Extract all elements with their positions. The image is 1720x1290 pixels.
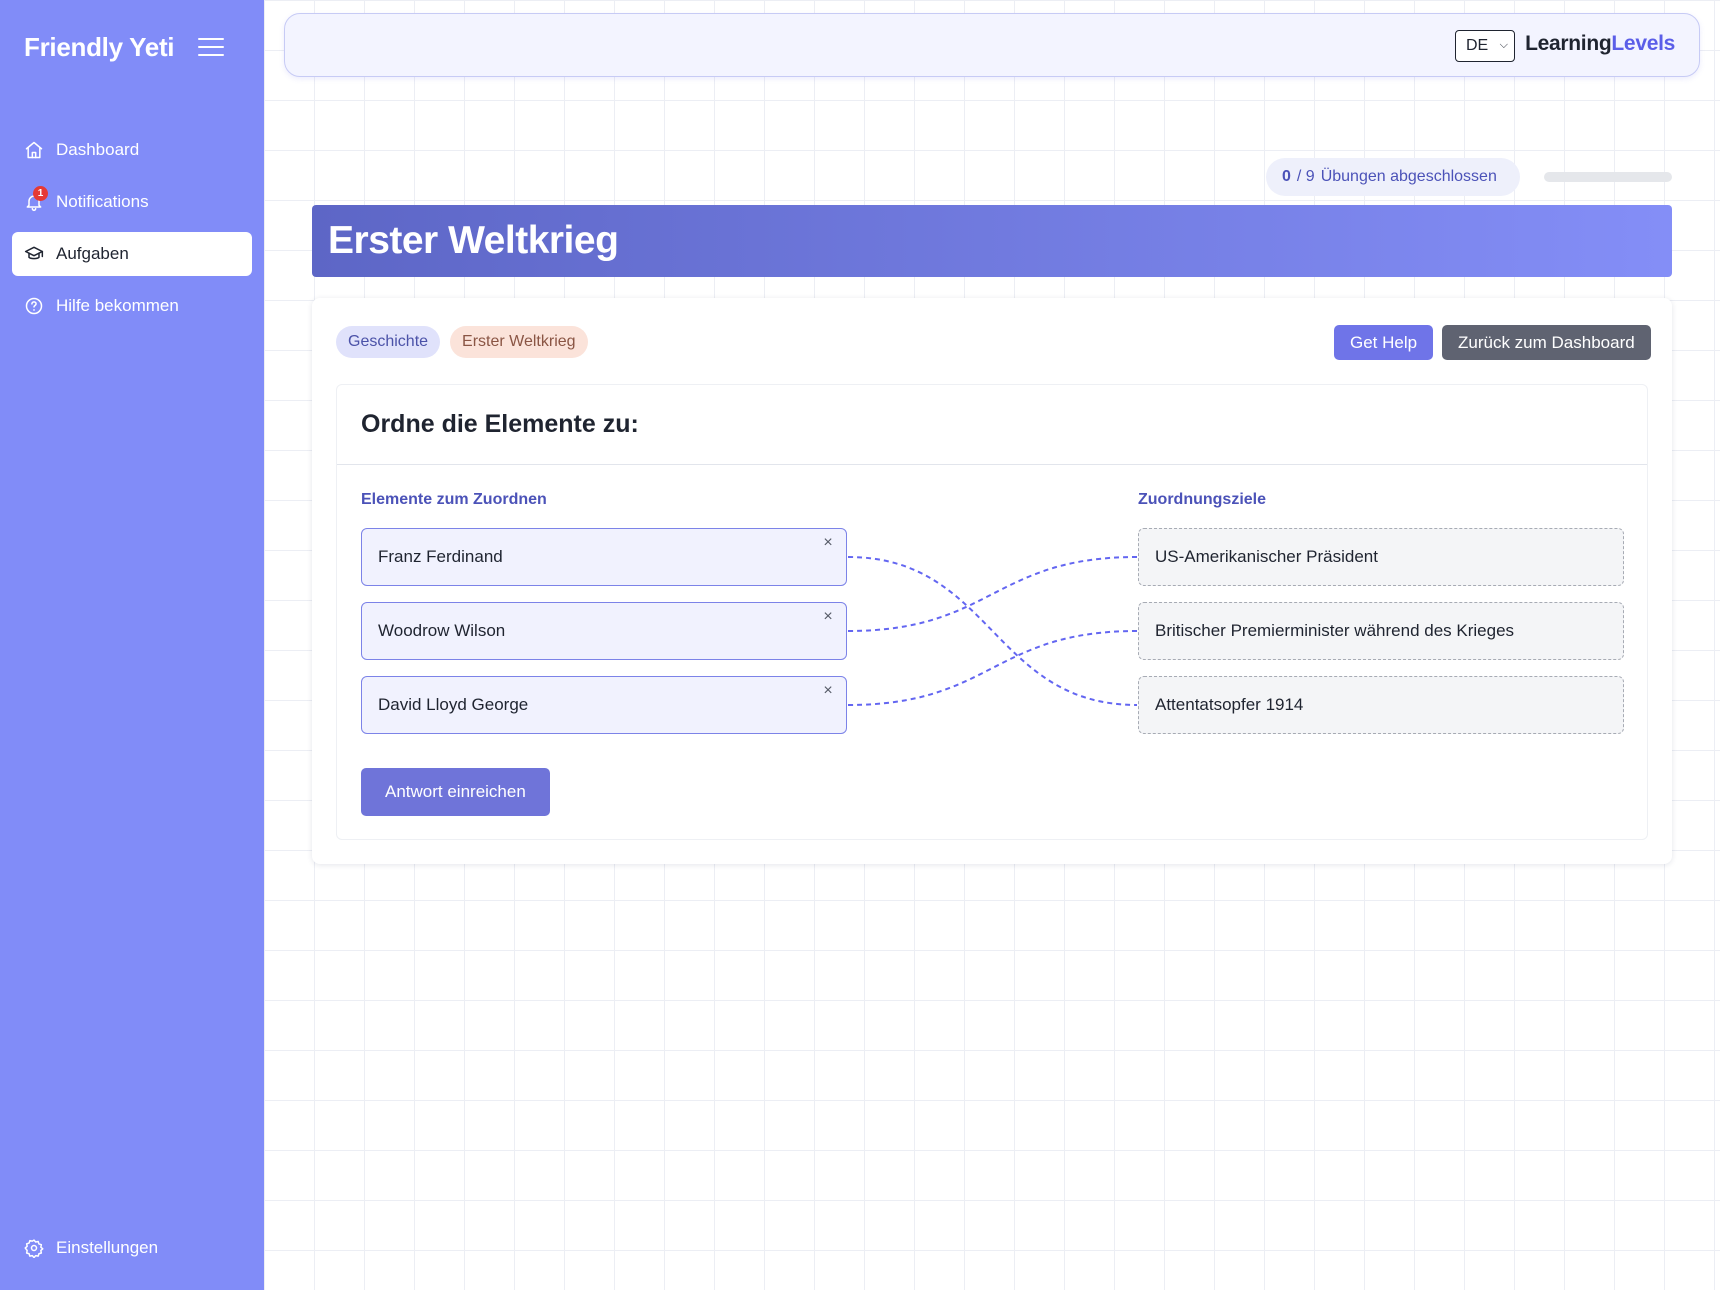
match-connector-line — [847, 630, 1138, 706]
match-target[interactable]: US-Amerikanischer Präsident — [1138, 528, 1624, 586]
match-item[interactable]: David Lloyd George × — [361, 676, 847, 734]
sidebar-item-dashboard[interactable]: Dashboard — [12, 128, 252, 172]
sidebar-item-label: Hilfe bekommen — [56, 296, 179, 315]
hamburger-menu-icon[interactable] — [198, 38, 224, 60]
topic-tag: Erster Weltkrieg — [450, 326, 588, 358]
match-connector-line — [847, 556, 1138, 632]
matching-exercise: Ordne die Elemente zu: Elemente zum Zuor… — [336, 384, 1648, 840]
sidebar-nav: Dashboard 1 Notifications Aufgaben Hilfe… — [12, 128, 252, 336]
chevron-down-icon: ⌵ — [1499, 39, 1508, 51]
sidebar-item-notifications[interactable]: 1 Notifications — [12, 180, 252, 224]
graduation-cap-icon — [24, 244, 44, 264]
learning-levels-logo: LearningLevels — [1525, 32, 1675, 55]
match-target-label: Britischer Premierminister während des K… — [1155, 621, 1515, 640]
close-icon[interactable]: × — [818, 533, 838, 553]
get-help-button[interactable]: Get Help — [1334, 325, 1434, 360]
help-circle-icon — [24, 296, 44, 316]
items-column-label: Elemente zum Zuordnen — [361, 491, 547, 508]
progress-label: Übungen abgeschlossen — [1320, 168, 1497, 185]
sidebar-item-label: Aufgaben — [56, 244, 129, 263]
bell-icon: 1 — [24, 186, 48, 212]
page-title: Erster Weltkrieg — [312, 205, 1672, 277]
language-value: DE — [1466, 37, 1489, 54]
language-select[interactable]: DE ⌵ — [1455, 30, 1515, 62]
progress-counter: 0 / 9 Übungen abgeschlossen — [1266, 158, 1520, 196]
match-item-label: David Lloyd George — [378, 695, 529, 714]
sidebar-item-aufgaben[interactable]: Aufgaben — [12, 232, 252, 276]
notification-badge: 1 — [33, 186, 48, 201]
settings-label: Einstellungen — [56, 1238, 159, 1257]
progress-completed: 0 — [1282, 168, 1291, 185]
match-item[interactable]: Franz Ferdinand × — [361, 528, 847, 586]
sidebar-item-label: Dashboard — [56, 140, 140, 159]
exercise-card: Geschichte Erster Weltkrieg Get Help Zur… — [312, 298, 1672, 864]
exercise-heading: Ordne die Elemente zu: — [337, 385, 1647, 465]
back-to-dashboard-button[interactable]: Zurück zum Dashboard — [1442, 325, 1651, 360]
close-icon[interactable]: × — [818, 607, 838, 627]
top-bar: DE ⌵ LearningLevels — [284, 13, 1700, 77]
match-target-label: Attentatsopfer 1914 — [1155, 695, 1304, 714]
match-item[interactable]: Woodrow Wilson × — [361, 602, 847, 660]
sidebar-item-label: Notifications — [56, 192, 149, 211]
match-target-label: US-Amerikanischer Präsident — [1155, 547, 1378, 566]
sidebar: Friendly Yeti Dashboard 1 Notifications … — [0, 0, 264, 1290]
close-icon[interactable]: × — [818, 681, 838, 701]
subject-tag: Geschichte — [336, 326, 441, 358]
gear-icon — [24, 1238, 44, 1258]
tag-list: Geschichte Erster Weltkrieg — [336, 326, 588, 358]
home-icon — [24, 140, 44, 160]
match-target[interactable]: Attentatsopfer 1914 — [1138, 676, 1624, 734]
match-target[interactable]: Britischer Premierminister während des K… — [1138, 602, 1624, 660]
sidebar-item-settings[interactable]: Einstellungen — [24, 1238, 158, 1258]
sidebar-item-hilfe[interactable]: Hilfe bekommen — [12, 284, 252, 328]
match-connector-line — [847, 556, 1138, 706]
submit-answer-button[interactable]: Antwort einreichen — [361, 768, 550, 816]
match-item-label: Franz Ferdinand — [378, 547, 503, 566]
match-item-label: Woodrow Wilson — [378, 621, 506, 640]
progress-bar — [1544, 172, 1672, 182]
progress-total: / 9 — [1296, 168, 1315, 185]
brand-title: Friendly Yeti — [24, 32, 175, 62]
targets-column-label: Zuordnungsziele — [1138, 491, 1266, 508]
